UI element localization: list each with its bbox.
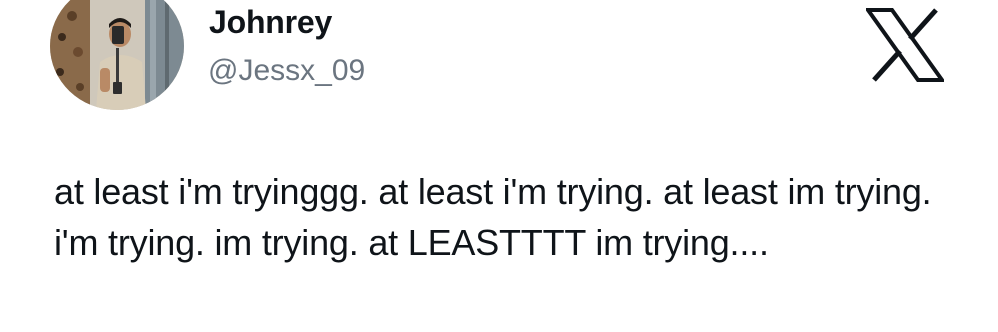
user-handle[interactable]: @Jessx_09: [208, 54, 365, 88]
tweet-card: Johnrey @Jessx_09 at least i'm tryinggg.…: [0, 0, 998, 332]
avatar[interactable]: [50, 0, 184, 110]
display-name[interactable]: Johnrey: [209, 4, 332, 41]
avatar-photo: [50, 0, 184, 110]
x-logo-icon: [866, 8, 944, 82]
tweet-text: at least i'm tryinggg. at least i'm tryi…: [54, 171, 942, 263]
